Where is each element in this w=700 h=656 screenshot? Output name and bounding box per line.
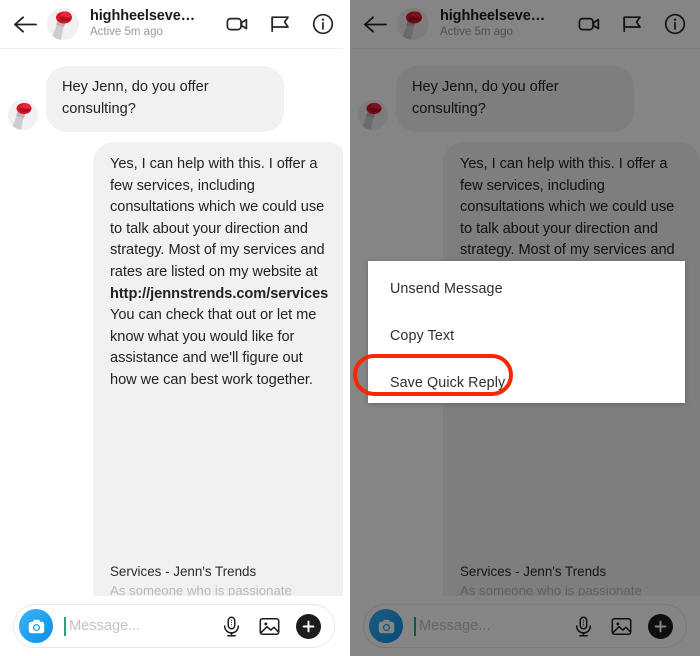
profile-avatar-rose-icon <box>47 8 79 40</box>
info-circle-icon[interactable] <box>311 12 335 36</box>
message-row-incoming: Hey Jenn, do you offer consulting? <box>0 66 348 132</box>
message-row-incoming: Hey Jenn, do you offer consulting? <box>350 66 700 132</box>
camera-icon <box>378 619 394 633</box>
menu-item-unsend-message[interactable]: Unsend Message <box>368 265 685 312</box>
chat-screen-with-context-menu: highheelseve… Active 5m ago Hey Jenn, do… <box>350 0 700 656</box>
link-preview-card[interactable]: Services - Jenn's Trends As someone who … <box>460 562 690 596</box>
menu-item-save-quick-reply[interactable]: Save Quick Reply <box>368 359 685 406</box>
info-circle-icon[interactable] <box>663 12 687 36</box>
profile-avatar-rose-icon <box>358 100 388 130</box>
message-context-menu: Unsend Message Copy Text Save Quick Repl… <box>353 261 685 406</box>
chat-header: highheelseve… Active 5m ago <box>350 0 700 49</box>
back-arrow-icon <box>14 15 37 33</box>
camera-button[interactable] <box>369 609 403 643</box>
message-input[interactable]: Message... <box>419 616 572 636</box>
message-avatar[interactable] <box>358 100 388 130</box>
image-gallery-icon[interactable] <box>610 615 633 638</box>
video-camera-icon[interactable] <box>577 12 601 36</box>
message-input[interactable]: Message... <box>69 616 220 636</box>
msg-part2: You can check that out or let me know wh… <box>110 307 317 388</box>
composer-icons <box>572 613 673 639</box>
incoming-message-bubble[interactable]: Hey Jenn, do you offer consulting? <box>396 66 634 132</box>
back-button[interactable] <box>12 11 42 37</box>
msg-part1: Yes, I can help with this. I offer a few… <box>110 156 325 280</box>
outgoing-message-bubble[interactable]: Yes, I can help with this. I offer a few… <box>93 142 348 596</box>
back-button[interactable] <box>362 11 392 37</box>
microphone-icon[interactable] <box>220 615 243 638</box>
link-preview-title: Services - Jenn's Trends <box>110 564 257 579</box>
outgoing-message-wrapper: Yes, I can help with this. I offer a few… <box>93 142 348 596</box>
add-attachment-button[interactable] <box>296 613 321 639</box>
chat-header: highheelseve… Active 5m ago <box>0 0 348 49</box>
camera-icon <box>28 619 44 633</box>
flag-icon[interactable] <box>620 12 644 36</box>
chat-active-status: Active 5m ago <box>90 26 163 38</box>
text-cursor <box>64 616 66 636</box>
link-preview-title: Services - Jenn's Trends <box>460 564 607 579</box>
screenshot-root: highheelseve… Active 5m ago Hey Jenn, do… <box>0 0 700 656</box>
message-avatar[interactable] <box>8 100 38 130</box>
plus-icon <box>302 620 315 632</box>
avatar[interactable] <box>397 8 429 40</box>
chat-screen-normal: highheelseve… Active 5m ago Hey Jenn, do… <box>0 0 348 656</box>
composer-icons <box>220 613 321 639</box>
message-composer: Message... <box>0 596 348 656</box>
video-camera-icon[interactable] <box>225 12 249 36</box>
back-arrow-icon <box>364 15 387 33</box>
message-composer: Message... <box>350 596 700 656</box>
text-cursor <box>414 616 416 636</box>
link-preview-description: As someone who is passionate <box>460 583 642 596</box>
link-preview-description: As someone who is passionate <box>110 583 292 596</box>
header-actions <box>225 12 335 36</box>
composer-pill[interactable]: Message... <box>13 604 335 648</box>
menu-item-copy-text[interactable]: Copy Text <box>368 312 685 359</box>
chat-active-status: Active 5m ago <box>440 26 513 38</box>
panel-content-left: highheelseve… Active 5m ago Hey Jenn, do… <box>0 0 348 656</box>
outgoing-message-text: Yes, I can help with this. I offer a few… <box>110 154 331 392</box>
camera-button[interactable] <box>19 609 53 643</box>
profile-avatar-rose-icon <box>397 8 429 40</box>
header-titles[interactable]: highheelseve… Active 5m ago <box>440 8 571 40</box>
add-attachment-button[interactable] <box>648 613 673 639</box>
plus-icon <box>654 620 667 632</box>
composer-pill[interactable]: Message... <box>363 604 687 648</box>
chat-username: highheelseve… <box>440 8 546 24</box>
header-titles[interactable]: highheelseve… Active 5m ago <box>90 8 219 40</box>
flag-icon[interactable] <box>268 12 292 36</box>
profile-avatar-rose-icon <box>8 100 38 130</box>
msg-link[interactable]: http://jennstrends.com/services <box>110 286 328 302</box>
avatar[interactable] <box>47 8 79 40</box>
header-actions <box>577 12 687 36</box>
chat-username: highheelseve… <box>90 8 196 24</box>
image-gallery-icon[interactable] <box>258 615 281 638</box>
microphone-icon[interactable] <box>572 615 595 638</box>
incoming-message-bubble[interactable]: Hey Jenn, do you offer consulting? <box>46 66 284 132</box>
message-thread: Hey Jenn, do you offer consulting? Yes, … <box>0 50 348 596</box>
link-preview-card[interactable]: Services - Jenn's Trends As someone who … <box>110 562 338 596</box>
panel-divider <box>343 0 350 656</box>
